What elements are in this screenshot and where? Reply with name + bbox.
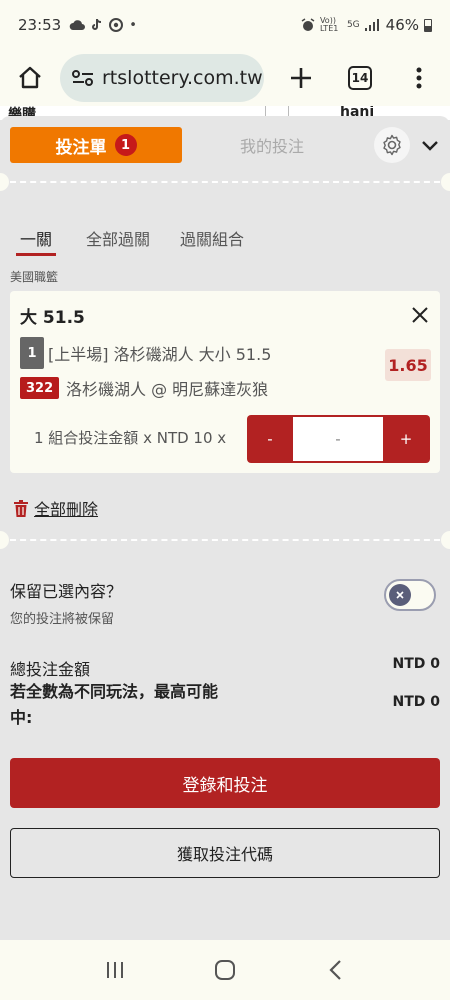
login-and-bet-button[interactable]: 登錄和投注 [10,758,440,808]
close-icon [412,307,428,323]
keep-selection-row: 保留已選內容？ 您的投注將被保留 [10,578,122,627]
url-text[interactable]: rtslottery.com.tw [102,67,262,89]
plus-icon [291,68,311,88]
total-stake-value: NTD 0 [392,656,440,672]
league-name: 美國職籃 [10,270,59,284]
perforation-notch [0,173,9,191]
market-description: [上半場] 洛杉磯湖人 大小 51.5 [48,345,272,364]
total-stake-label: 總投注金額 [10,660,91,679]
browser-menu-button[interactable] [390,50,448,106]
status-bar: 23:53 • Vo)) LTE1 5G 46% [0,0,450,50]
tab-switcher-icon: 14 [348,66,372,90]
perforation-notch [441,531,450,549]
signal-icon [364,19,379,31]
chevron-down-icon [422,141,438,151]
trash-icon [14,499,28,517]
stake-stepper: - - + [247,415,430,463]
alarm-icon [301,18,315,31]
status-right: Vo)) LTE1 5G 46% [301,16,432,34]
selection-title: 大 51.5 [20,308,85,328]
perforation-divider [0,531,450,549]
perforation-notch [0,531,9,549]
dashed-line [10,181,440,183]
period-badge: 1 [20,337,44,369]
browser-toolbar: rtslottery.com.tw 14 [0,50,450,106]
tiktok-icon [92,18,102,30]
tab-switcher-button[interactable]: 14 [330,50,390,106]
notification-icons: • [69,18,137,33]
game-id-badge: 322 [20,377,60,399]
dashed-line [10,539,440,541]
tune-icon[interactable] [72,69,94,87]
get-bet-code-button[interactable]: 獲取投注代碼 [10,828,440,878]
bet-count-badge: 1 [114,134,137,156]
keep-selection-subtitle: 您的投注將被保留 [10,612,115,627]
bet-card: 大 51.5 1 [上半場] 洛杉磯湖人 大小 51.5 1.65 322 洛杉… [10,291,440,473]
cloud-icon [69,20,86,30]
stake-label: 1 組合投注金額 x NTD 10 x [34,429,227,447]
tab-parlay-combo[interactable]: 過關組合 [180,224,244,256]
system-nav-bar [0,940,450,1000]
perforation-divider [0,173,450,191]
max-win-label: 若全數為不同玩法，最高可能中: [10,682,219,727]
signal-label: 5G [346,20,360,30]
back-icon [329,960,341,980]
stake-input[interactable]: - [293,417,383,461]
new-tab-button[interactable] [272,50,330,106]
toggle-knob [389,584,411,606]
tab-all-parlay[interactable]: 全部過關 [86,224,150,256]
delete-all-label: 全部刪除 [34,500,99,519]
gear-icon [383,134,401,156]
recents-icon [107,962,123,978]
bet-type-tabs: 一關 全部過關 過關組合 [10,224,244,256]
delete-all-button[interactable]: 全部刪除 [14,496,98,520]
tab-betslip-label: 投注單 [55,137,107,158]
home-icon [19,66,41,89]
tab-my-bets[interactable]: 我的投注 [210,127,334,163]
chrome-icon [109,18,124,32]
toggle-off-icon [396,591,404,599]
dot-icon: • [129,17,137,33]
increase-stake-button[interactable]: + [383,415,429,463]
nav-home-icon [215,960,235,980]
decrease-stake-button[interactable]: - [247,415,293,463]
battery-percent: 46% [385,16,419,34]
remove-selection-button[interactable] [408,303,432,327]
settings-button[interactable] [374,127,410,163]
network-label: Vo)) LTE1 [319,16,339,33]
keep-selection-toggle[interactable] [384,579,436,611]
match-name: 洛杉磯湖人 @ 明尼蘇達灰狼 [66,380,269,399]
odds-value: 1.65 [385,349,431,381]
status-time: 23:53 [18,16,62,34]
recents-button[interactable] [85,940,145,1000]
battery-icon [424,18,432,32]
betslip-panel: 投注單 1 我的投注 一關 全部過關 過關組合 美國職籃 大 51.5 1 [上… [0,116,450,940]
nav-home-button[interactable] [195,940,255,1000]
perforation-notch [441,173,450,191]
kebab-menu-icon [416,67,422,89]
betslip-tabs: 投注單 1 我的投注 [10,127,440,163]
back-button[interactable] [305,940,365,1000]
address-bar[interactable]: rtslottery.com.tw [60,54,264,102]
keep-selection-title: 保留已選內容？ [10,582,123,601]
tab-betslip[interactable]: 投注單 1 [10,127,182,163]
collapse-button[interactable] [418,133,442,157]
home-button[interactable] [0,50,60,106]
tab-single[interactable]: 一關 [16,224,57,256]
max-win-value: NTD 0 [392,694,440,710]
